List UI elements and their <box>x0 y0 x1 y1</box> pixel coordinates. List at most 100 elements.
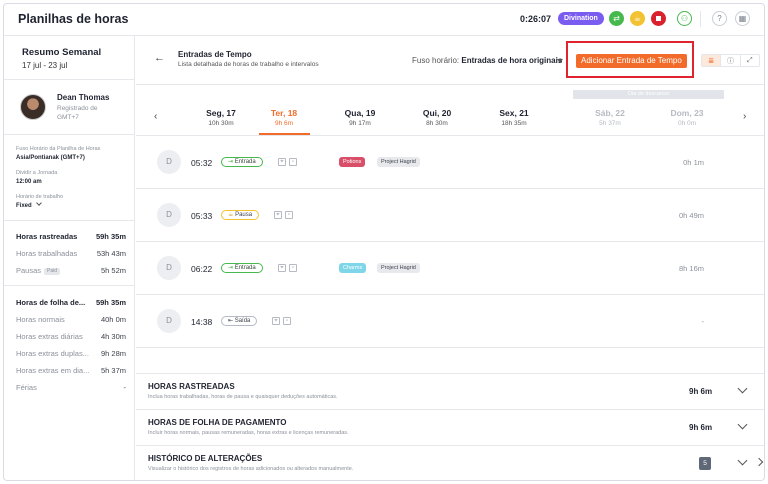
location-icon: ⌖ <box>274 211 282 219</box>
time-entry-row[interactable]: D 05:33 ☕ Pausa ⌖ ▫ 0h 49m <box>136 189 764 242</box>
stat-tracked-hours: Horas rastreadas 59h 35m <box>16 232 126 241</box>
location-icon: ⌖ <box>278 264 286 272</box>
timezone-label: Fuso Horário da Planilha de Horas <box>16 146 101 152</box>
avatar: D <box>157 309 181 333</box>
day-tab[interactable]: Sex, 21 18h 35m <box>484 108 544 127</box>
prev-week-button[interactable]: ‹ <box>154 111 157 122</box>
entry-time: 05:32 <box>191 158 213 168</box>
entry-meta-icons: ⌖ ▫ <box>274 211 296 219</box>
day-tab[interactable]: Dom, 23 0h 0m <box>657 108 717 127</box>
expand-button[interactable]: ⤢ <box>741 55 759 66</box>
stat-rest-day-overtime: Horas extras em dia... 5h 37m <box>16 366 126 375</box>
break-button[interactable]: ☕ <box>630 11 645 26</box>
person-icon: ⚇ <box>680 14 689 23</box>
payroll-hours-section[interactable]: HORAS DE FOLHA DE PAGAMENTO Incluir hora… <box>136 409 764 446</box>
entry-duration: 0h 1m <box>683 158 704 167</box>
stop-icon <box>656 16 661 21</box>
divider <box>4 220 135 221</box>
list-icon: ≣ <box>708 57 715 65</box>
cup-icon: ☕ <box>228 212 234 218</box>
entry-meta-icons: ⌖ ▫ <box>278 264 300 272</box>
day-tab[interactable]: Qua, 19 9h 17m <box>330 108 390 127</box>
rest-day-label: Dia de descanso <box>573 90 724 99</box>
project-chip: Project Hagrid <box>377 263 420 273</box>
entry-duration: - <box>701 317 705 326</box>
time-entry-row[interactable]: D 14:38 ⇤ Saída ⌖ ▫ - <box>136 295 764 348</box>
schedule-value: Fixed <box>16 203 32 209</box>
divider <box>4 134 135 135</box>
time-entry-row[interactable]: D 05:32 ⇥ Entrada ⌖ ▫ Potions Project Hag… <box>136 136 764 189</box>
avatar: D <box>157 150 181 174</box>
device-icon: ▫ <box>283 317 291 325</box>
apps-button[interactable]: ▦ <box>735 11 750 26</box>
schedule-dropdown[interactable]: Fixed <box>16 200 42 209</box>
top-bar: Planilhas de horas 0:26:07 Divination ⇄ … <box>4 4 764 36</box>
entry-type-badge: ⇤ Saída <box>221 316 258 326</box>
entry-time: 14:38 <box>191 317 213 327</box>
entry-type-badge: ⇥ Entrada <box>221 263 263 273</box>
section-description: Inclua horas trabalhadas, horas de pausa… <box>148 394 338 400</box>
section-heading: HORAS RASTREADAS <box>148 382 235 391</box>
entry-meta-icons: ⌖ ▫ <box>272 317 294 325</box>
user-status-button[interactable]: ⚇ <box>677 11 692 26</box>
stat-worked-hours: Horas trabalhadas 53h 43m <box>16 249 126 258</box>
section-title: Entradas de Tempo <box>178 50 252 59</box>
main-content: ← Entradas de Tempo Lista detalhada de h… <box>136 36 764 480</box>
weekly-summary-panel: Resumo Semanal 17 jul - 23 jul Dean Thom… <box>4 36 135 480</box>
day-tab[interactable]: Qui, 20 8h 30m <box>407 108 467 127</box>
entry-time: 05:33 <box>191 211 213 221</box>
chevron-down-icon <box>35 200 42 206</box>
list-view-button[interactable]: ≣ <box>702 55 722 66</box>
help-button[interactable]: ? <box>712 11 727 26</box>
section-subtitle: Lista detalhada de horas de trabalho e i… <box>178 61 319 68</box>
day-tab[interactable]: Seg, 17 10h 30m <box>191 108 251 127</box>
divider <box>4 285 135 286</box>
section-description: Visualizar o histórico dos registros de … <box>148 466 354 472</box>
day-tab-active[interactable]: Ter, 18 9h 6m <box>254 108 314 127</box>
device-icon: ▫ <box>289 158 297 166</box>
arrow-left-icon: ← <box>154 52 165 64</box>
timezone-select[interactable]: Fuso horário: Entradas de hora originais <box>412 56 562 65</box>
clock-out-button[interactable] <box>651 11 666 26</box>
avatar <box>20 94 46 120</box>
add-time-entry-button[interactable]: Adicionar Entrada de Tempo <box>576 54 687 68</box>
device-icon: ▫ <box>289 264 297 272</box>
tracked-hours-section[interactable]: HORAS RASTREADAS Inclua horas trabalhada… <box>136 373 764 410</box>
day-selector: Dia de descanso ‹ Seg, 17 10h 30m Ter, 18… <box>136 84 764 136</box>
stat-regular-hours: Horas normais 40h 0m <box>16 315 126 324</box>
chevron-down-icon <box>557 59 563 63</box>
location-icon: ⌖ <box>272 317 280 325</box>
day-tab[interactable]: Sáb, 22 5h 37m <box>580 108 640 127</box>
view-toggle-group: ≣ ⓘ ⤢ <box>701 54 760 67</box>
section-heading: HORAS DE FOLHA DE PAGAMENTO <box>148 418 287 427</box>
summary-title: Resumo Semanal <box>22 47 102 58</box>
divider <box>700 11 701 27</box>
chevron-down-icon[interactable] <box>737 455 748 466</box>
chevron-down-icon[interactable] <box>737 383 748 394</box>
change-history-section[interactable]: HISTÓRICO DE ALTERAÇÕES Visualizar o his… <box>136 445 764 480</box>
entry-type-badge: ⇥ Entrada <box>221 157 263 167</box>
project-chip: Project Hagrid <box>377 157 420 167</box>
chevron-right-icon: › <box>743 111 747 122</box>
split-day-value: 12:00 am <box>16 179 42 185</box>
clock-in-icon: ⇥ <box>228 159 234 165</box>
entry-meta-icons: ⌖ ▫ <box>278 158 300 166</box>
divider <box>4 79 135 80</box>
chevron-left-icon: ‹ <box>154 111 158 122</box>
back-button[interactable]: ← <box>154 52 165 64</box>
switch-activity-button[interactable]: ⇄ <box>609 11 624 26</box>
location-icon: ⌖ <box>278 158 286 166</box>
next-week-button[interactable]: › <box>743 111 746 122</box>
page-title: Planilhas de horas <box>18 12 129 26</box>
stat-double-overtime: Horas extras duplas... 9h 28m <box>16 349 126 358</box>
time-entry-row[interactable]: D 06:22 ⇥ Entrada ⌖ ▫ Charms Project Hagr… <box>136 242 764 295</box>
current-project-badge[interactable]: Divination <box>558 12 604 25</box>
info-button[interactable]: ⓘ <box>721 55 741 66</box>
chevron-down-icon[interactable] <box>737 419 748 430</box>
grid-icon: ▦ <box>738 14 747 23</box>
section-value: 9h 6m <box>689 423 713 432</box>
user-name: Dean Thomas <box>57 93 110 102</box>
change-count-badge: 5 <box>699 457 711 470</box>
date-range: 17 jul - 23 jul <box>22 61 68 70</box>
timezone-value: Asia/Pontianak (GMT+7) <box>16 155 85 161</box>
